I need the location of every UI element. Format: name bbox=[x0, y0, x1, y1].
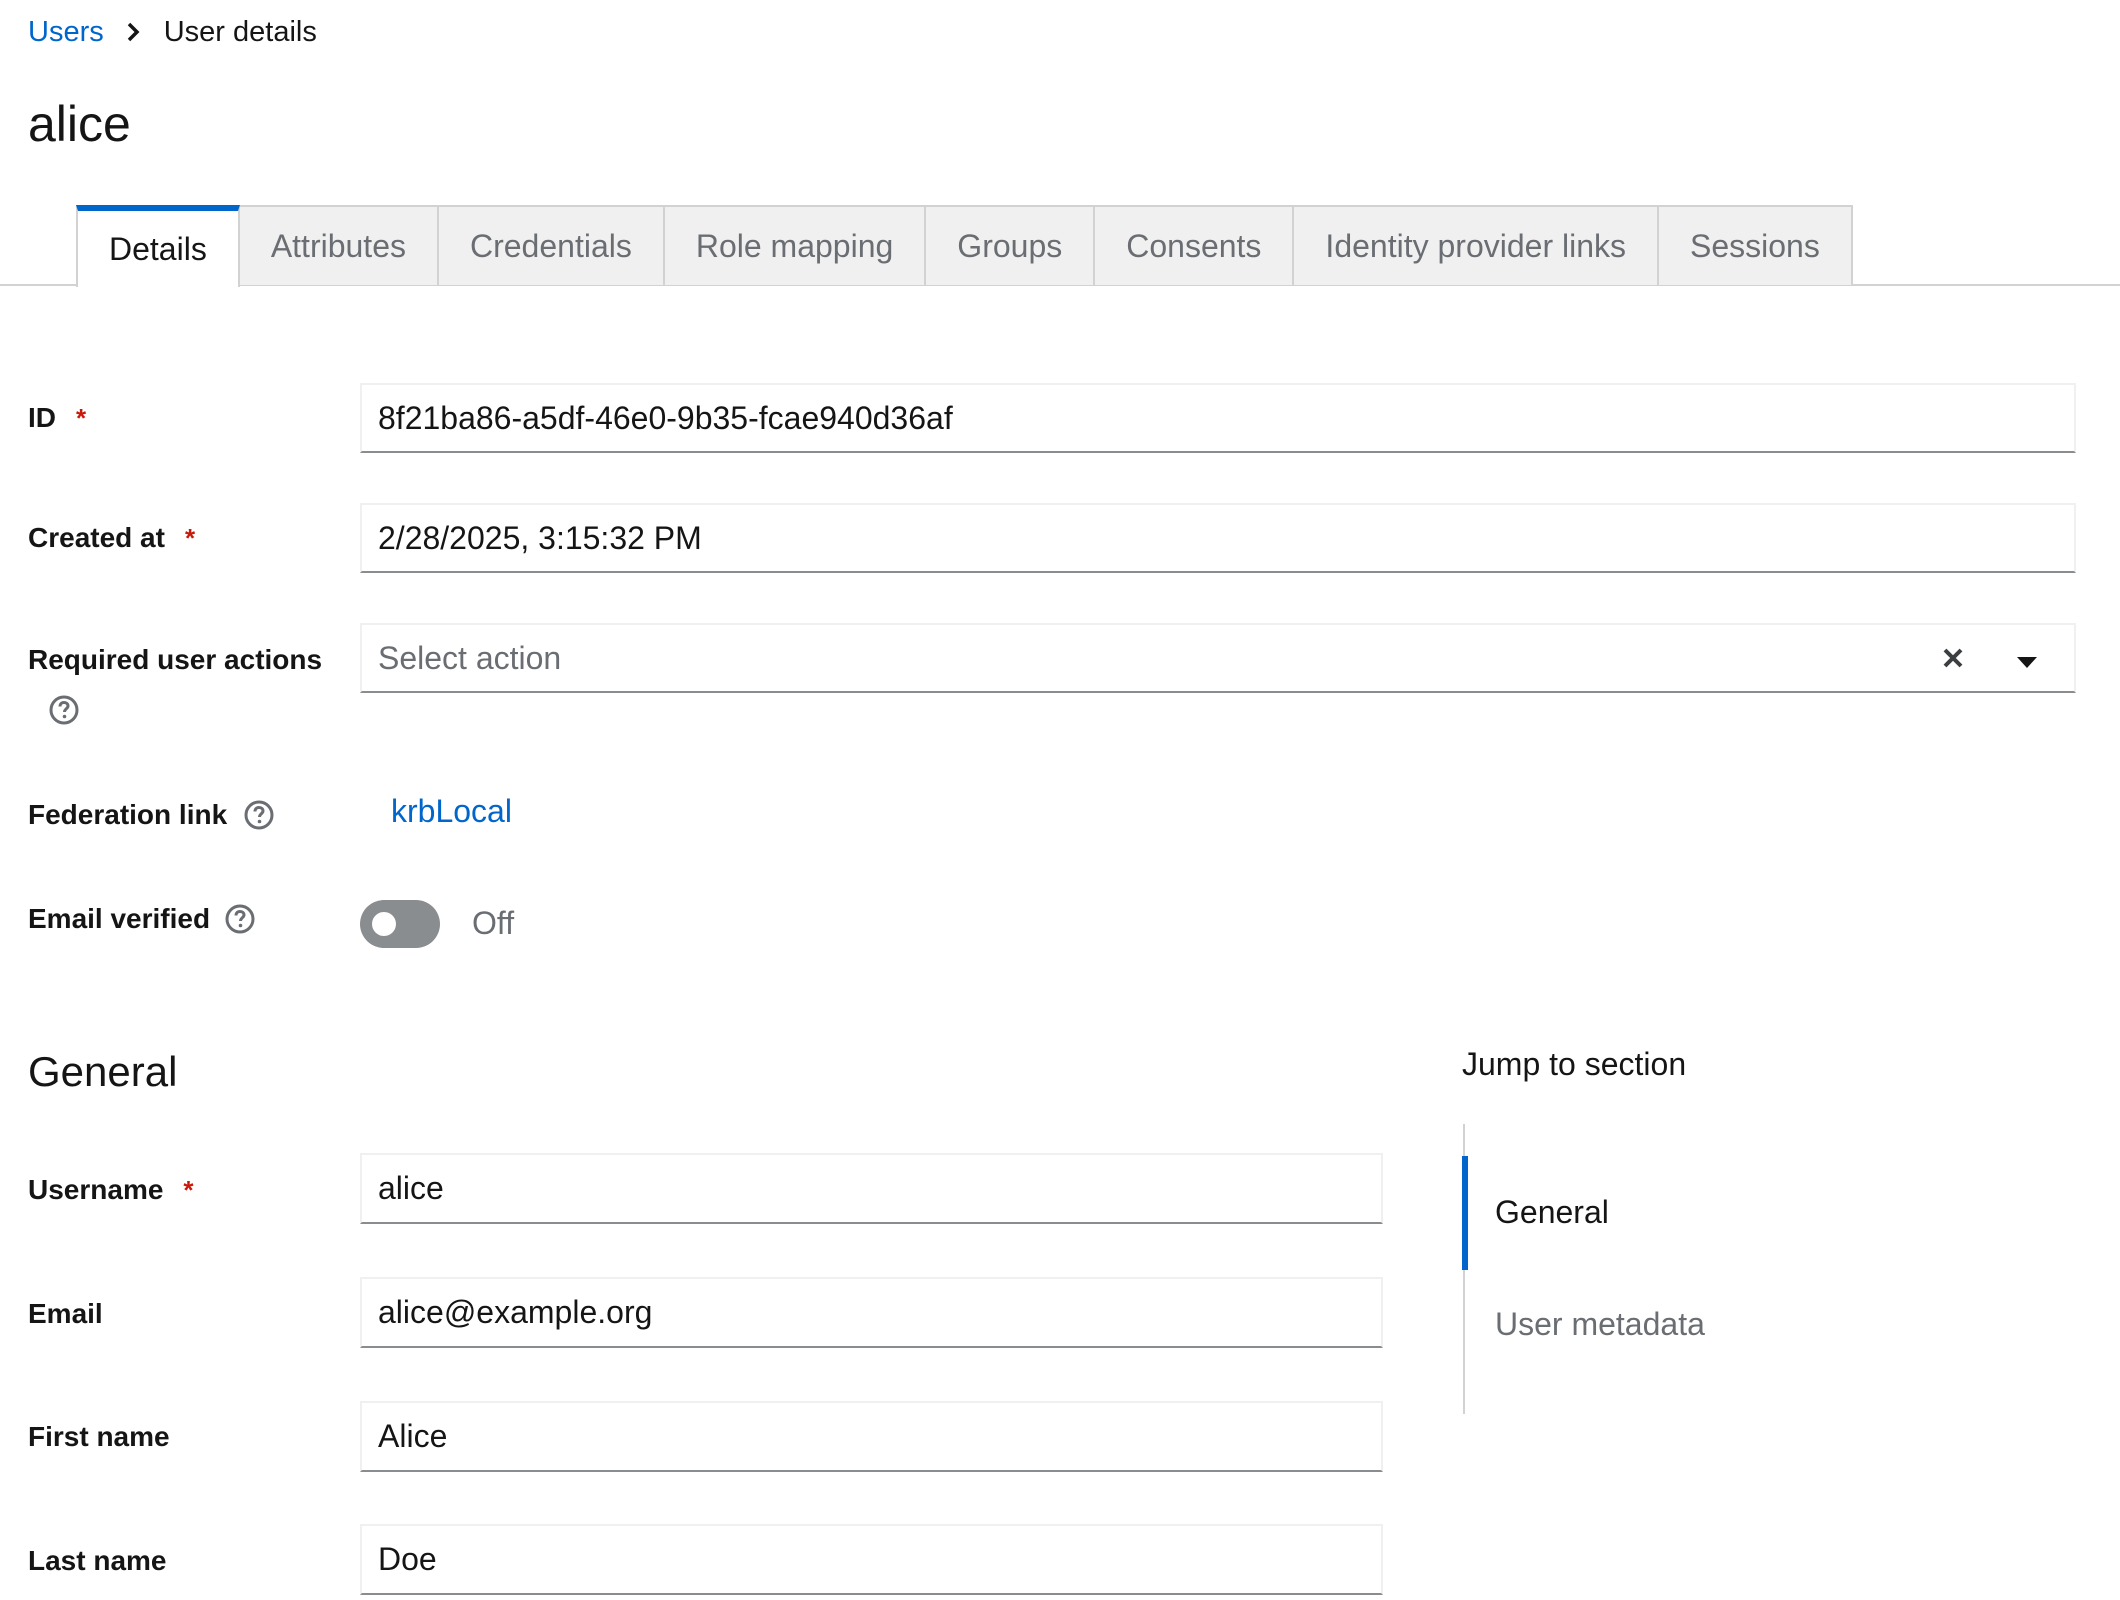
tab-role-mapping[interactable]: Role mapping bbox=[664, 205, 927, 285]
jump-active-indicator bbox=[1462, 1156, 1468, 1270]
created-at-label: Created at * bbox=[28, 518, 195, 558]
id-value: 8f21ba86-a5df-46e0-9b35-fcae940d36af bbox=[378, 399, 953, 436]
username-label: Username * bbox=[28, 1170, 194, 1210]
id-field[interactable]: 8f21ba86-a5df-46e0-9b35-fcae940d36af bbox=[360, 383, 2076, 453]
email-verified-toggle[interactable] bbox=[360, 900, 440, 948]
email-label: Email bbox=[28, 1294, 103, 1334]
tab-groups[interactable]: Groups bbox=[926, 205, 1096, 285]
created-at-value: 2/28/2025, 3:15:32 PM bbox=[378, 519, 702, 556]
required-actions-select[interactable]: Select action bbox=[360, 623, 2076, 693]
email-label-text: Email bbox=[28, 1298, 103, 1329]
tab-bar: Details Attributes Credentials Role mapp… bbox=[76, 205, 1853, 287]
required-mark: * bbox=[183, 1174, 194, 1205]
email-verified-state: Off bbox=[472, 905, 515, 941]
tab-details[interactable]: Details bbox=[76, 205, 240, 287]
jump-link-general[interactable]: General bbox=[1495, 1194, 1609, 1231]
tab-attributes[interactable]: Attributes bbox=[239, 205, 439, 285]
last-name-label: Last name bbox=[28, 1541, 167, 1581]
question-circle-icon[interactable] bbox=[243, 799, 275, 831]
required-actions-label-text: Required user actions bbox=[28, 644, 323, 675]
chevron-right-icon bbox=[126, 22, 140, 42]
breadcrumb: Users User details bbox=[28, 12, 317, 52]
first-name-value: Alice bbox=[378, 1418, 448, 1454]
created-at-field[interactable]: 2/28/2025, 3:15:32 PM bbox=[360, 503, 2076, 573]
question-circle-icon[interactable] bbox=[224, 903, 256, 935]
username-label-text: Username bbox=[28, 1174, 164, 1205]
email-field[interactable]: alice@example.org bbox=[360, 1277, 1383, 1348]
federation-link-label-text: Federation link bbox=[28, 799, 228, 830]
id-label: ID * bbox=[28, 398, 86, 438]
required-actions-label: Required user actions bbox=[28, 640, 322, 680]
first-name-field[interactable]: Alice bbox=[360, 1401, 1383, 1472]
tab-credentials[interactable]: Credentials bbox=[438, 205, 665, 285]
breadcrumb-current: User details bbox=[163, 15, 317, 48]
page-title: alice bbox=[28, 96, 131, 152]
username-value: alice bbox=[378, 1170, 444, 1206]
last-name-field[interactable]: Doe bbox=[360, 1524, 1383, 1595]
general-section-title: General bbox=[28, 1048, 178, 1095]
user-details-page: Users User details alice Details Attribu… bbox=[0, 0, 2120, 1600]
breadcrumb-users-link[interactable]: Users bbox=[28, 16, 104, 49]
first-name-label-text: First name bbox=[28, 1421, 170, 1452]
tab-consents[interactable]: Consents bbox=[1095, 205, 1295, 285]
jump-to-section-title: Jump to section bbox=[1462, 1046, 1687, 1082]
tab-identity-provider-links[interactable]: Identity provider links bbox=[1294, 205, 1659, 285]
created-at-label-text: Created at bbox=[28, 522, 165, 553]
first-name-label: First name bbox=[28, 1417, 170, 1457]
times-icon[interactable] bbox=[1942, 640, 1964, 677]
username-field[interactable]: alice bbox=[360, 1153, 1383, 1224]
email-verified-label: Email verified bbox=[28, 899, 256, 939]
email-verified-label-text: Email verified bbox=[28, 903, 211, 934]
toggle-knob bbox=[372, 912, 396, 936]
tab-sessions[interactable]: Sessions bbox=[1659, 205, 1853, 285]
caret-down-icon[interactable] bbox=[2016, 640, 2038, 677]
federation-link-label: Federation link bbox=[28, 795, 275, 835]
id-label-text: ID bbox=[28, 402, 56, 433]
question-circle-icon[interactable] bbox=[48, 694, 80, 726]
federation-link[interactable]: krbLocal bbox=[391, 793, 512, 830]
required-mark: * bbox=[76, 402, 87, 433]
required-mark: * bbox=[184, 522, 196, 553]
required-actions-placeholder: Select action bbox=[378, 639, 562, 676]
last-name-label-text: Last name bbox=[28, 1545, 167, 1576]
email-value: alice@example.org bbox=[378, 1294, 653, 1330]
jump-link-user-metadata[interactable]: User metadata bbox=[1495, 1306, 1705, 1343]
last-name-value: Doe bbox=[378, 1541, 437, 1577]
